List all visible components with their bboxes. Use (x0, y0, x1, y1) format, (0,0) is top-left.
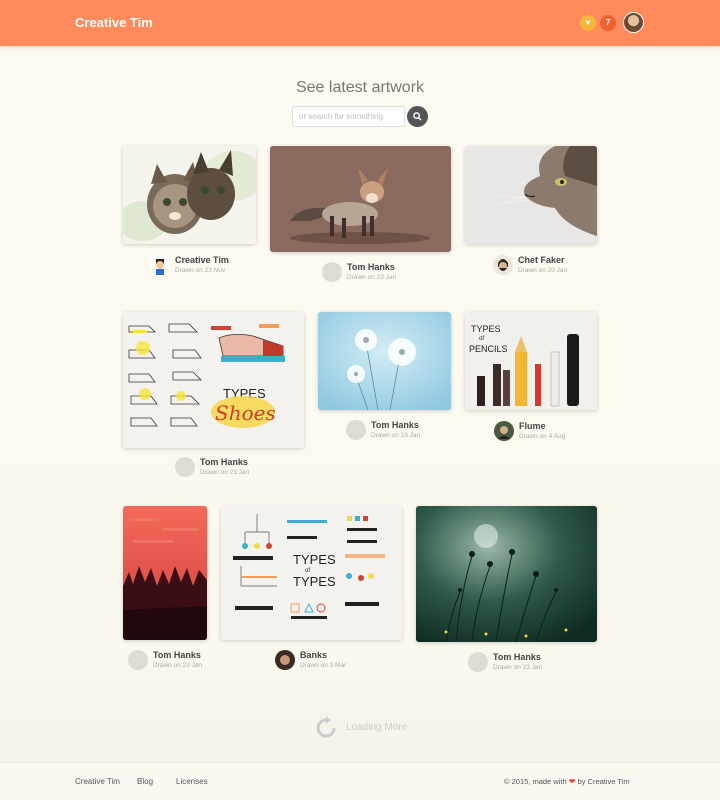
top-navbar: Creative Tim ♥ 7 (0, 0, 720, 46)
svg-text:TYPES: TYPES (293, 574, 336, 589)
author-avatar (128, 650, 148, 670)
footer-link-blog[interactable]: Blog (137, 777, 153, 786)
author-avatar (175, 457, 195, 477)
types-of-shoes-artwork: TYPES Shoes (123, 312, 304, 448)
author-avatar (346, 420, 366, 440)
heart-icon: ❤ (568, 777, 576, 786)
artwork-card-cat-profile[interactable] (465, 146, 597, 244)
artwork-card-red-forest[interactable] (123, 506, 207, 640)
artwork-card-dandelions[interactable] (318, 312, 451, 410)
copyright-text: © 2015, made with ❤ by Creative Tim (504, 777, 630, 786)
artwork-card-types-of-shoes[interactable]: TYPES Shoes (123, 312, 304, 448)
drawn-date: Drawn on 4 Aug (519, 433, 566, 440)
drawn-date: Drawn on 23 Jan (347, 274, 397, 281)
artwork-card-types-of-types[interactable]: TYPES of TYPES (221, 506, 402, 640)
footer-link-creative-tim[interactable]: Creative Tim (75, 777, 120, 786)
brand-logo-text[interactable]: Creative Tim (75, 15, 153, 30)
author-name: Tom Hanks (200, 457, 248, 467)
search-input[interactable] (292, 106, 405, 127)
author-avatar (275, 650, 295, 670)
svg-text:TYPES: TYPES (471, 324, 501, 334)
svg-text:Shoes: Shoes (215, 401, 276, 425)
author-name: Tom Hanks (493, 652, 541, 662)
drawn-date: Drawn on 23 Jan (153, 662, 203, 669)
notification-badge[interactable]: 7 (600, 15, 616, 31)
dandelions-artwork (318, 312, 451, 410)
drawn-date: Drawn on 3 Mar (300, 662, 347, 669)
types-of-types-artwork: TYPES of TYPES (221, 506, 402, 640)
author-name: Tom Hanks (371, 420, 419, 430)
author-avatar (322, 262, 342, 282)
search-icon (413, 112, 422, 121)
author-avatar (493, 255, 513, 275)
author-name: Banks (300, 650, 328, 660)
page-title: See latest artwork (295, 79, 425, 96)
artwork-card-green-plants[interactable] (416, 506, 597, 642)
drawn-date: Drawn on 23 Jan (200, 469, 250, 476)
drawn-date: Drawn on 23 Jan (371, 432, 421, 439)
drawn-date: Drawn on 20 Jan (518, 267, 568, 274)
drawn-date: Drawn on 23 Nov (175, 267, 226, 274)
footer-link-licenses[interactable]: Licenses (176, 777, 208, 786)
artwork-card-fox[interactable] (270, 146, 451, 252)
author-avatar (468, 652, 488, 672)
refresh-icon (316, 716, 336, 738)
svg-text:PENCILS: PENCILS (469, 344, 508, 354)
author-name: Flume (519, 421, 546, 431)
author-name: Tom Hanks (347, 262, 395, 272)
red-forest-artwork (123, 506, 207, 640)
kittens-artwork (123, 146, 256, 244)
green-plants-artwork (416, 506, 597, 642)
svg-text:TYPES: TYPES (293, 552, 336, 567)
author-name: Tom Hanks (153, 650, 201, 660)
artwork-card-kittens[interactable] (123, 146, 256, 244)
copyright-prefix: © 2015, made with (504, 777, 567, 786)
heart-badge-icon[interactable]: ♥ (580, 15, 596, 31)
copyright-suffix: by Creative Tim (577, 777, 630, 786)
types-of-pencils-artwork: TYPES of PENCILS (465, 312, 597, 410)
user-avatar[interactable] (623, 12, 644, 33)
author-avatar (494, 421, 514, 441)
drawn-date: Drawn on 23 Jan (493, 664, 543, 671)
author-name: Creative Tim (175, 255, 229, 265)
cat-profile-artwork (465, 146, 597, 244)
svg-text:of: of (479, 336, 484, 342)
artwork-card-types-of-pencils[interactable]: TYPES of PENCILS (465, 312, 597, 410)
footer: Creative Tim Blog Licenses © 2015, made … (0, 762, 720, 800)
loading-more-button[interactable]: Loading More (314, 716, 424, 740)
author-avatar (150, 255, 170, 275)
fox-artwork (270, 146, 451, 252)
loading-label: Loading More (346, 722, 408, 733)
search-button[interactable] (407, 106, 428, 127)
author-name: Chet Faker (518, 255, 565, 265)
